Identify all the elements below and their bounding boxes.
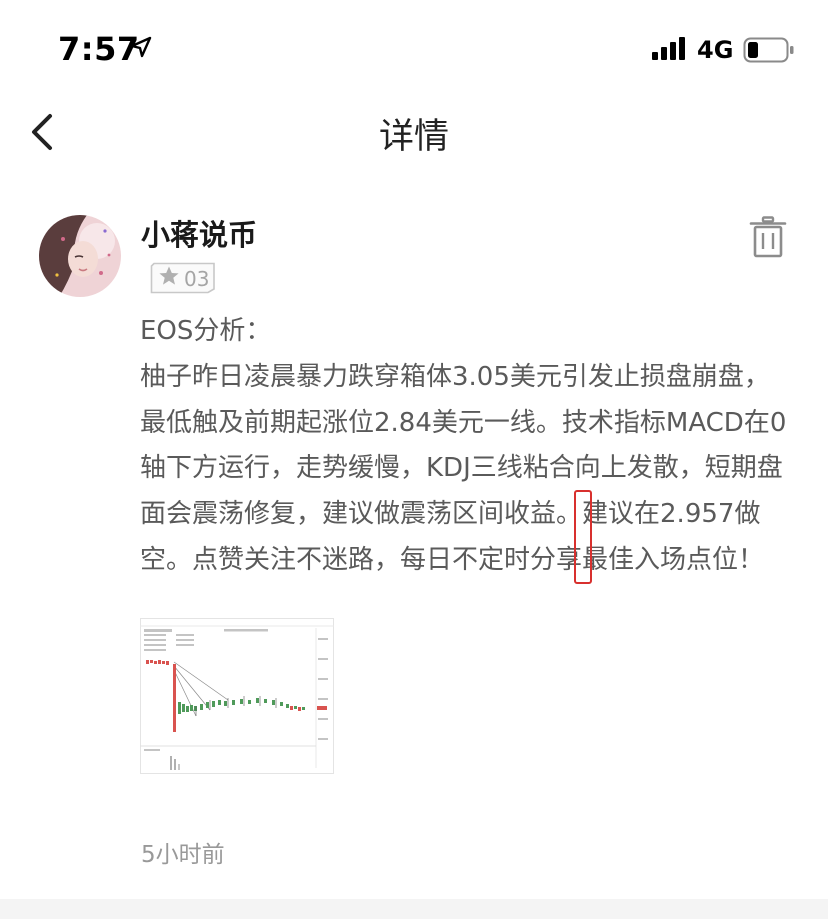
chart-thumbnail[interactable] <box>140 618 334 774</box>
battery-low-icon <box>743 37 794 63</box>
post-body-part2: 点赞关注不迷路，每日不定时分享最佳入场点位！ <box>192 544 765 575</box>
post-title-line: EOS分析： <box>140 316 272 346</box>
post-body: 柚子昨日凌晨暴力跌穿箱体3.05美元引发止损盘崩盘，最低触及前期起涨位2.84美… <box>140 355 790 584</box>
bottom-divider <box>0 899 828 919</box>
author-name[interactable]: 小蒋说币 <box>141 212 257 254</box>
location-arrow-icon <box>130 36 152 58</box>
status-time: 7:57 <box>58 30 140 68</box>
star-icon <box>159 266 179 285</box>
nav-bar: 详情 <box>0 100 828 164</box>
status-bar: 7:57 4G <box>0 0 828 100</box>
highlight-box <box>574 490 593 584</box>
avatar-image <box>39 215 121 297</box>
trash-icon[interactable] <box>749 216 787 258</box>
page-title: 详情 <box>378 117 449 157</box>
cellular-signal-icon <box>652 37 685 60</box>
post-content: EOS分析： 柚子昨日凌晨暴力跌穿箱体3.05美元引发止损盘崩盘，最低触及前期起… <box>140 309 790 584</box>
level-number: 03 <box>184 267 210 291</box>
level-badge: 03 <box>150 262 216 294</box>
post-timestamp: 5小时前 <box>141 842 225 868</box>
network-label: 4G <box>697 36 734 64</box>
avatar[interactable] <box>39 215 121 297</box>
